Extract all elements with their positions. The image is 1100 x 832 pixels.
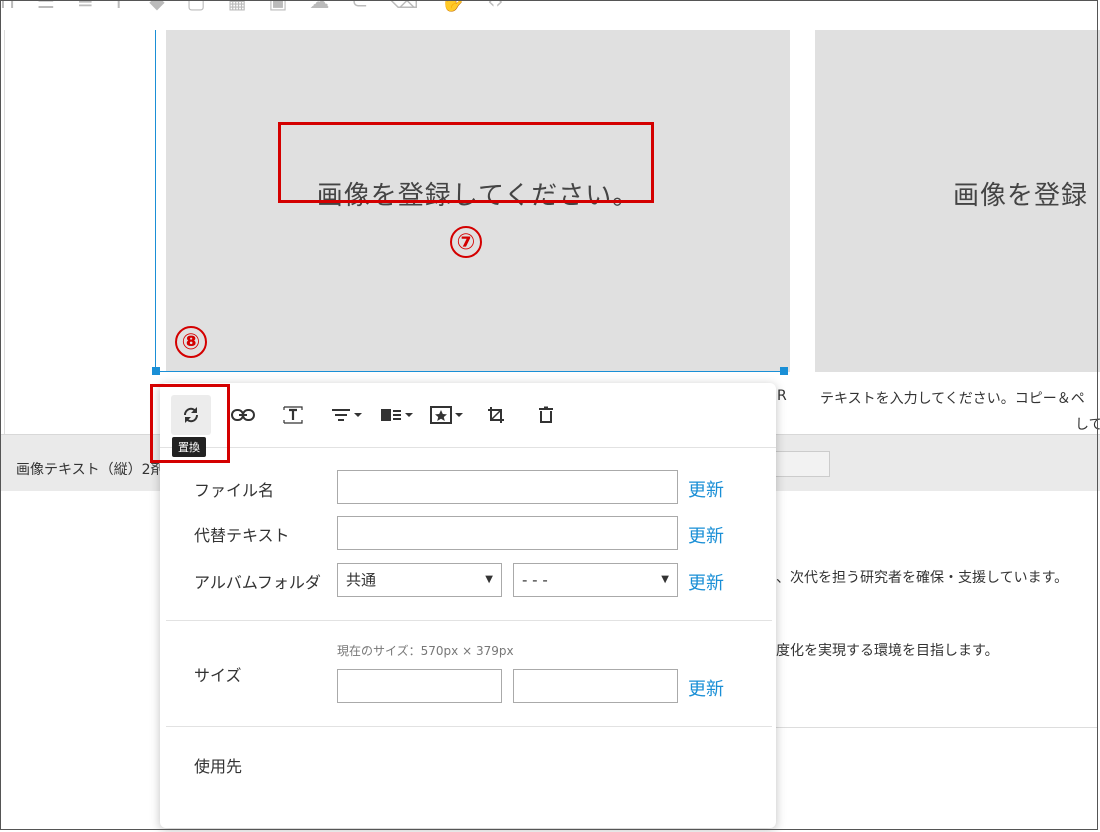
filter-icon — [331, 409, 350, 421]
crop-icon — [488, 407, 504, 423]
form-divider — [166, 620, 772, 621]
font-icon[interactable]: F — [116, 0, 128, 13]
image-icon[interactable]: ▢ — [187, 0, 206, 13]
album-folder-label: アルバムフォルダ — [194, 573, 321, 592]
block-type-label: 画像テキスト（縦）2剤 — [16, 462, 165, 478]
width-input[interactable] — [337, 669, 502, 703]
image-toolbar: 置換 — [160, 383, 776, 457]
chevron-down-icon — [353, 413, 362, 417]
caption-fragment: R — [777, 388, 787, 404]
text-button[interactable] — [280, 395, 306, 435]
form-divider — [166, 726, 772, 727]
style-icon — [429, 406, 452, 424]
text-icon — [283, 406, 303, 424]
current-size-hint: 現在のサイズ：570px × 379px — [337, 644, 514, 658]
body-paragraph-2[interactable]: 度化を実現する環境を目指します。 — [776, 640, 999, 660]
right-caption-text[interactable]: テキストを入力してください。コピー＆ペ — [820, 388, 1085, 408]
heading-icon[interactable]: H — [0, 0, 15, 13]
link-icon — [231, 409, 255, 421]
selection-border-left — [155, 30, 156, 372]
album-subfolder-select-value: - - - — [522, 571, 548, 589]
editor-toolbar-strip: H ☰ ≡ F ◆ ▢ ▦ ▣ ☁ ⊂ ⌫ ✋ ‹› — [0, 0, 1100, 14]
link-button[interactable] — [228, 395, 258, 435]
align-icon — [380, 409, 401, 421]
selection-border-bottom — [155, 371, 785, 372]
align-dropdown[interactable] — [376, 395, 416, 435]
annotation-box-8 — [150, 384, 230, 463]
table-icon[interactable]: ▦ — [228, 0, 247, 13]
chevron-down-icon — [404, 413, 413, 417]
album-folder-select[interactable]: 共通 ▼ — [337, 563, 502, 597]
filter-dropdown[interactable] — [326, 395, 366, 435]
block-setting-input[interactable] — [770, 451, 830, 477]
hand-icon[interactable]: ✋ — [440, 0, 465, 13]
annotation-box-7 — [278, 122, 654, 203]
right-caption-text-2[interactable]: して — [1075, 414, 1100, 434]
album-subfolder-select[interactable]: - - - ▼ — [513, 563, 678, 597]
height-input[interactable] — [513, 669, 678, 703]
right-image-placeholder-text: 画像を登録 — [953, 181, 1089, 211]
link-toolbar-icon[interactable]: ⊂ — [351, 0, 368, 13]
bullet-list-icon[interactable]: ≡ — [77, 0, 94, 13]
filename-update-link[interactable]: 更新 — [688, 476, 724, 502]
image-settings-popup: 置換 ファイル名 更新 代替テキスト 更新 アルバムフォルダ 共通 ▼ - - … — [160, 383, 776, 828]
album-update-link[interactable]: 更新 — [688, 569, 724, 595]
list-icon[interactable]: ☰ — [37, 0, 55, 13]
alt-text-input[interactable] — [337, 516, 678, 550]
chevron-down-icon — [454, 413, 463, 417]
alt-text-update-link[interactable]: 更新 — [688, 522, 724, 548]
album-folder-select-value: 共通 — [346, 571, 377, 589]
code-icon[interactable]: ‹› — [487, 0, 503, 13]
eraser-icon[interactable]: ⌫ — [390, 0, 418, 13]
crop-button[interactable] — [484, 395, 508, 435]
cloud-icon[interactable]: ☁ — [309, 0, 329, 13]
resize-handle-bottom-left[interactable] — [152, 367, 160, 375]
size-label: サイズ — [194, 666, 242, 685]
style-dropdown[interactable] — [426, 395, 466, 435]
alt-text-label: 代替テキスト — [194, 526, 290, 545]
fill-icon[interactable]: ◆ — [149, 0, 164, 13]
delete-button[interactable] — [534, 395, 558, 435]
annotation-number-7: ⑦ — [450, 226, 482, 258]
resize-handle-bottom-right[interactable] — [780, 367, 788, 375]
embed-icon[interactable]: ▣ — [268, 0, 287, 13]
body-paragraph-1[interactable]: 、次代を担う研究者を確保・支援しています。 — [776, 567, 1068, 587]
annotation-number-8: ⑧ — [175, 326, 207, 358]
filename-input[interactable] — [337, 470, 678, 504]
select-arrow-icon: ▼ — [661, 574, 669, 585]
usage-label: 使用先 — [194, 757, 243, 776]
right-image-placeholder[interactable]: 画像を登録 — [815, 30, 1100, 372]
trash-icon — [539, 406, 553, 423]
divider-line — [776, 727, 1098, 728]
size-update-link[interactable]: 更新 — [688, 675, 724, 701]
select-arrow-icon: ▼ — [485, 574, 493, 585]
filename-label: ファイル名 — [194, 481, 275, 500]
